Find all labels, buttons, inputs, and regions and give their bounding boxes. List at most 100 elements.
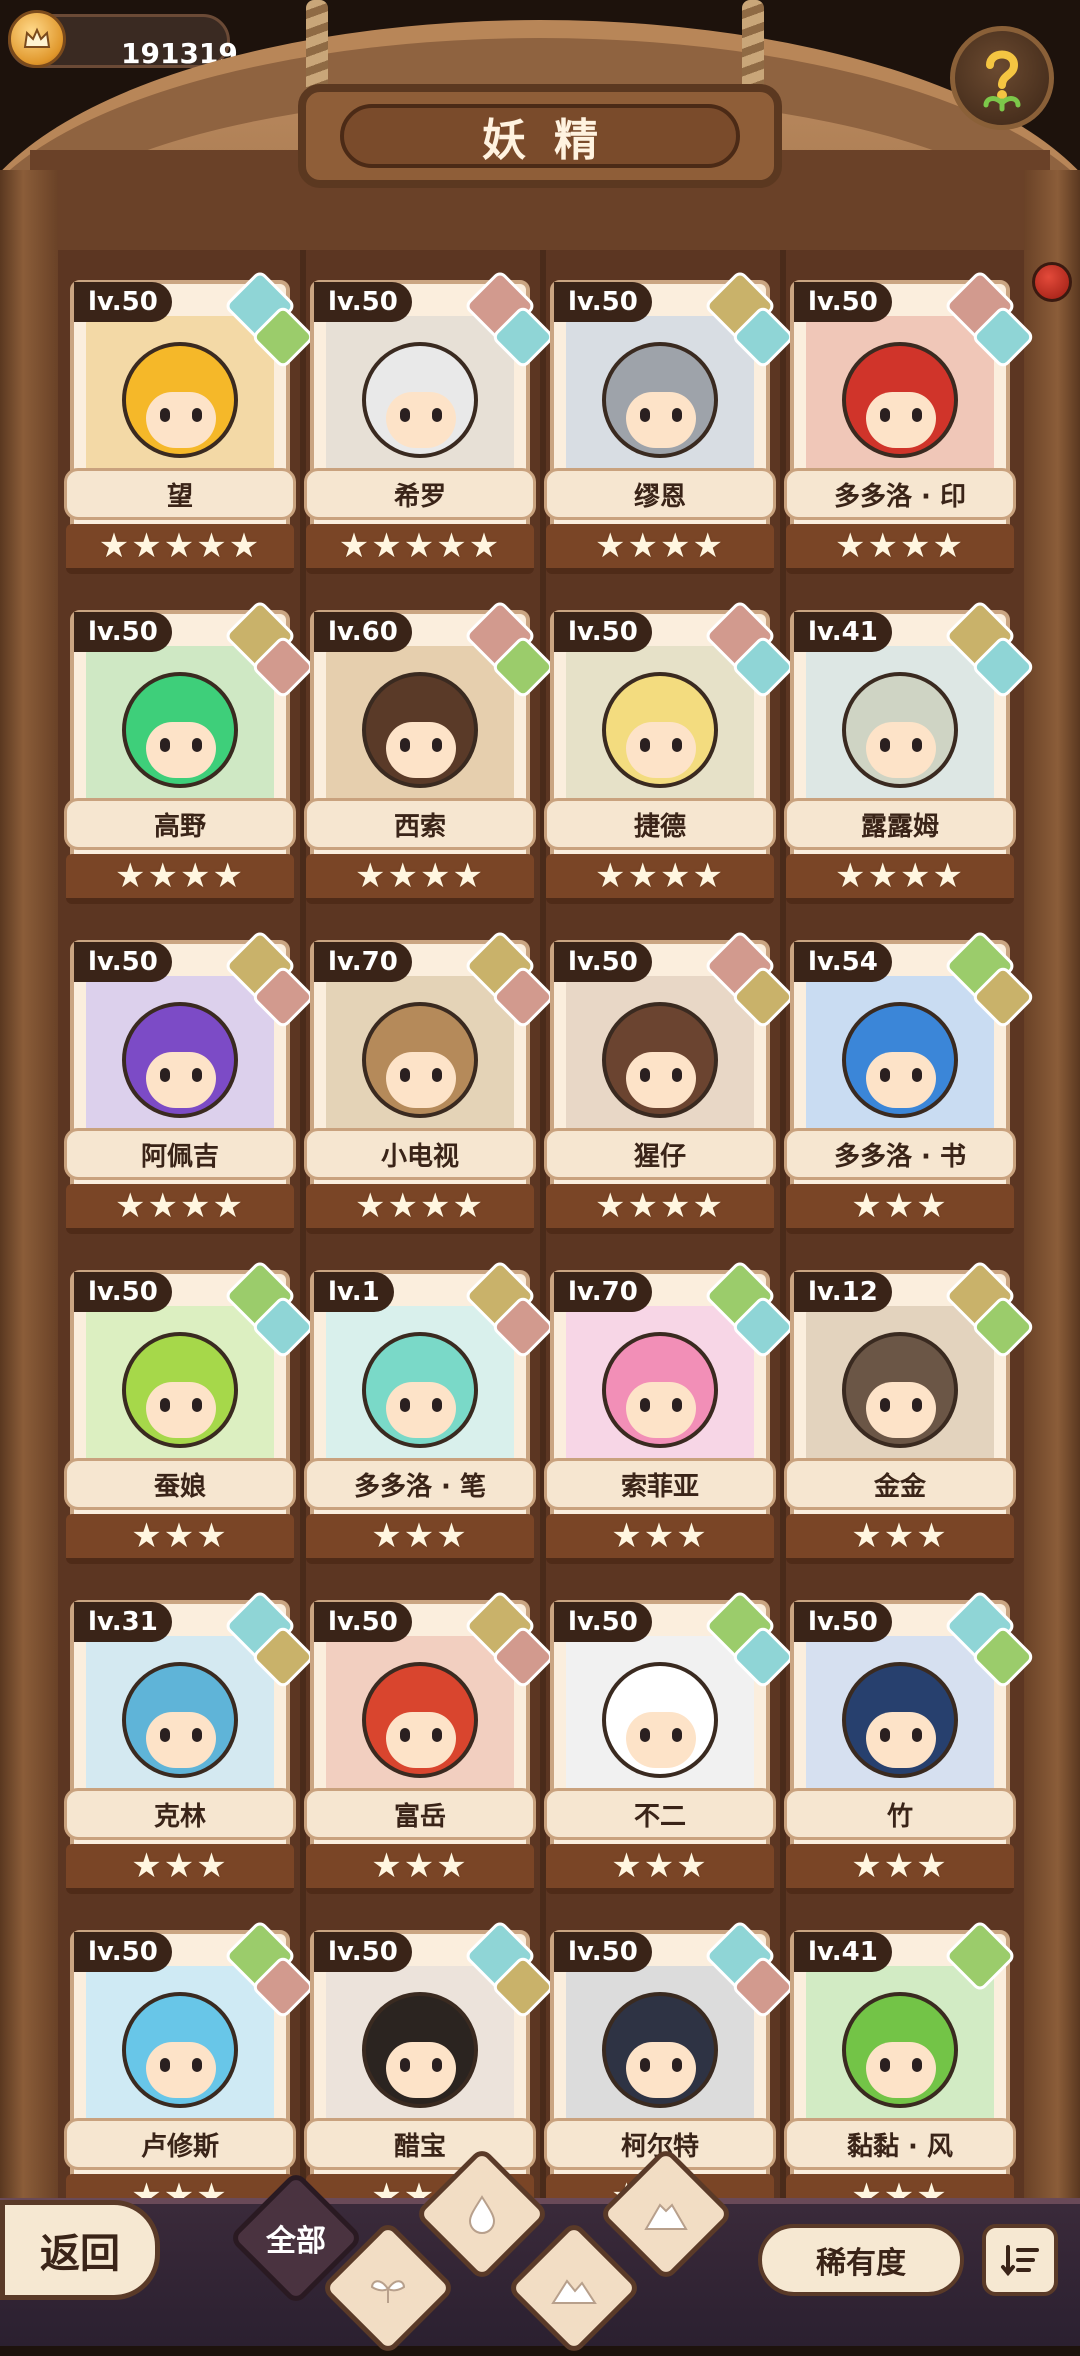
fairy-level: lv.50 <box>794 1602 892 1642</box>
filter-all-label: 全部 <box>266 2224 326 2259</box>
star-rating: ★★★ <box>786 1184 1014 1234</box>
fairy-name-ribbon: 不二 <box>544 1788 776 1840</box>
fairy-eye <box>160 1398 170 1412</box>
sort-order-button[interactable] <box>982 2224 1058 2296</box>
fairy-name-ribbon: 猩仔 <box>544 1128 776 1180</box>
star-rating: ★★★★ <box>786 524 1014 574</box>
fairy-name: 竹 <box>886 1801 913 1832</box>
fairy-name: 克林 <box>153 1801 206 1832</box>
fairy-card[interactable]: lv.41 露露姆 ★★★★ <box>784 599 1036 910</box>
fairy-level: lv.50 <box>794 282 892 322</box>
fairy-head <box>122 672 238 788</box>
fairy-level: lv.50 <box>554 942 652 982</box>
fairy-name: 高野 <box>153 811 206 842</box>
sort-order-icon <box>1001 2245 1039 2277</box>
fairy-card[interactable]: lv.54 多多洛 · 书 ★★★ <box>784 929 1036 1240</box>
fairy-head <box>602 1332 718 1448</box>
fairy-name: 黏黏 · 风 <box>847 2131 953 2162</box>
fairy-level: lv.70 <box>554 1272 652 1312</box>
fairy-card[interactable]: lv.50 富岳 ★★★ <box>304 1589 556 1900</box>
fairy-face <box>146 1052 216 1108</box>
fairy-level: lv.54 <box>794 942 892 982</box>
fairy-card[interactable]: lv.12 金金 ★★★ <box>784 1259 1036 1570</box>
fairy-name-ribbon: 索菲亚 <box>544 1458 776 1510</box>
fairy-name: 猩仔 <box>633 1141 686 1172</box>
fairy-portrait <box>86 316 274 476</box>
fairy-portrait <box>806 1306 994 1466</box>
fairy-name: 露露姆 <box>860 811 939 842</box>
fairy-face <box>866 1712 936 1768</box>
sort-rarity-button[interactable]: 稀有度 <box>758 2224 964 2296</box>
fairy-eye <box>192 1398 202 1412</box>
fairy-card[interactable]: lv.50 缪恩 ★★★★ <box>544 269 796 580</box>
fairy-eye <box>912 738 922 752</box>
fairy-name: 卢修斯 <box>140 2131 219 2162</box>
star-rating: ★★★★ <box>546 524 774 574</box>
fairy-eye <box>640 408 650 422</box>
fairy-eye <box>672 1398 682 1412</box>
fairy-eye <box>880 1068 890 1082</box>
fairy-face <box>146 1382 216 1438</box>
fairy-head <box>602 672 718 788</box>
fairy-face <box>386 392 456 448</box>
star-icons: ★★★ <box>131 1516 229 1556</box>
fairy-head <box>122 1002 238 1118</box>
star-icons: ★★★ <box>851 1846 949 1886</box>
fairy-head <box>362 342 478 458</box>
back-button[interactable]: 返回 <box>0 2200 160 2300</box>
fairy-card[interactable]: lv.70 小电视 ★★★★ <box>304 929 556 1240</box>
fairy-eye <box>880 1398 890 1412</box>
fairy-card[interactable]: lv.50 猩仔 ★★★★ <box>544 929 796 1240</box>
fairy-portrait <box>326 646 514 806</box>
fairy-card[interactable]: lv.50 捷德 ★★★★ <box>544 599 796 910</box>
fairy-eye <box>432 1728 442 1742</box>
fairy-face <box>386 1712 456 1768</box>
fairy-card[interactable]: lv.60 西索 ★★★★ <box>304 599 556 910</box>
fairy-card[interactable]: lv.1 多多洛 · 笔 ★★★ <box>304 1259 556 1570</box>
fairy-eye <box>640 1398 650 1412</box>
fairy-card[interactable]: lv.50 望 ★★★★★ <box>64 269 316 580</box>
fairy-card[interactable]: lv.50 阿佩吉 ★★★★ <box>64 929 316 1240</box>
star-rating: ★★★ <box>546 1514 774 1564</box>
fairy-card[interactable]: lv.50 不二 ★★★ <box>544 1589 796 1900</box>
fairy-eye <box>880 1728 890 1742</box>
fairy-card[interactable]: lv.31 克林 ★★★ <box>64 1589 316 1900</box>
help-button[interactable] <box>950 26 1054 130</box>
fairy-level: lv.31 <box>74 1602 172 1642</box>
fairy-name: 阿佩吉 <box>140 1141 219 1172</box>
fairy-face <box>626 722 696 778</box>
fairy-name-ribbon: 希罗 <box>304 468 536 520</box>
fairy-eye <box>640 738 650 752</box>
fairy-head <box>122 1332 238 1448</box>
filter-all-label-wrap: 全部 <box>248 2190 344 2286</box>
fairy-card[interactable]: lv.50 竹 ★★★ <box>784 1589 1036 1900</box>
fairy-eye <box>640 1068 650 1082</box>
fairy-eye <box>672 2058 682 2072</box>
fairy-card[interactable]: lv.50 希罗 ★★★★★ <box>304 269 556 580</box>
water-drop-icon <box>434 2166 530 2262</box>
fairy-head <box>602 342 718 458</box>
fairy-level: lv.50 <box>74 282 172 322</box>
fairy-card[interactable]: lv.70 索菲亚 ★★★ <box>544 1259 796 1570</box>
fairy-card[interactable]: lv.50 蚕娘 ★★★ <box>64 1259 316 1570</box>
fairy-card[interactable]: lv.50 高野 ★★★★ <box>64 599 316 910</box>
fairy-name-ribbon: 多多洛 · 印 <box>784 468 1016 520</box>
fairy-name: 西索 <box>393 811 446 842</box>
fairy-card[interactable]: lv.50 卢修斯 ★★★ <box>64 1919 316 2230</box>
star-icons: ★★★★★ <box>338 526 502 566</box>
fairy-eye <box>192 408 202 422</box>
fairy-name: 多多洛 · 印 <box>834 481 966 512</box>
fairy-portrait <box>86 976 274 1136</box>
fairy-face <box>146 392 216 448</box>
fairy-level: lv.50 <box>314 1602 412 1642</box>
fairy-name: 多多洛 · 书 <box>834 1141 966 1172</box>
fairy-portrait <box>566 646 754 806</box>
fairy-name-ribbon: 醋宝 <box>304 2118 536 2170</box>
fairy-level: lv.12 <box>794 1272 892 1312</box>
fairy-eye <box>912 2058 922 2072</box>
fairy-card[interactable]: lv.50 多多洛 · 印 ★★★★ <box>784 269 1036 580</box>
fairy-face <box>626 1382 696 1438</box>
fairy-eye <box>912 1398 922 1412</box>
back-button-label: 返回 <box>40 2231 120 2277</box>
fairy-card[interactable]: lv.41 黏黏 · 风 ★★★ <box>784 1919 1017 2230</box>
